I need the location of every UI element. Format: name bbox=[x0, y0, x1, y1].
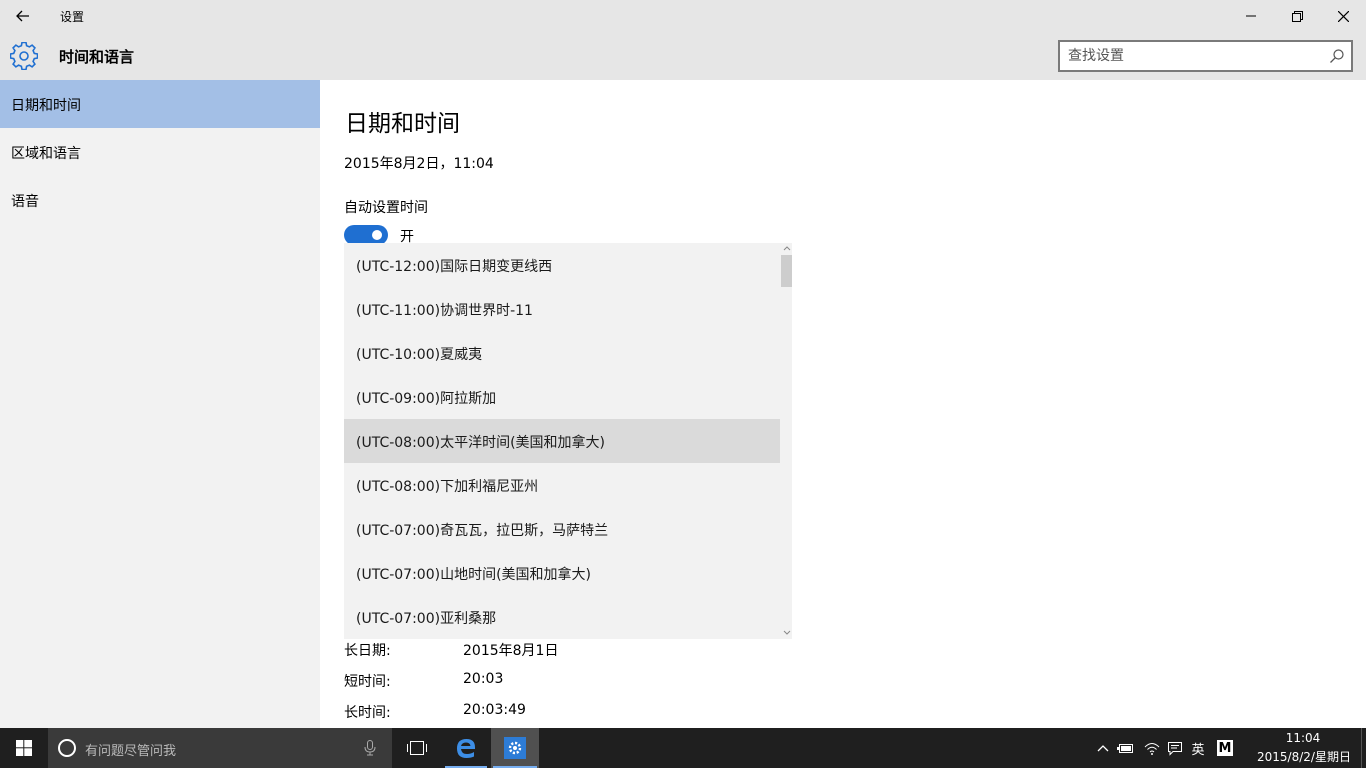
arrow-left-icon bbox=[16, 10, 29, 22]
minimize-button[interactable] bbox=[1228, 0, 1274, 32]
search-box[interactable] bbox=[1058, 40, 1353, 72]
task-view-button[interactable] bbox=[394, 728, 440, 768]
ime-language-button[interactable]: 英 bbox=[1189, 739, 1207, 758]
current-datetime: 2015年8月2日，11:04 bbox=[344, 156, 494, 172]
battery-icon bbox=[1117, 744, 1133, 753]
show-hidden-icons-button[interactable] bbox=[1094, 739, 1112, 757]
page-title: 日期和时间 bbox=[345, 111, 460, 137]
edge-taskbar-button[interactable] bbox=[443, 728, 489, 768]
clock-date[interactable]: 2015/8/2/星期日 bbox=[1250, 748, 1358, 765]
network-tray-button[interactable] bbox=[1143, 739, 1161, 757]
back-button[interactable] bbox=[0, 0, 46, 32]
format-label: 短时间: bbox=[344, 674, 391, 690]
chevron-up-icon bbox=[1097, 745, 1109, 752]
settings-header: 时间和语言 bbox=[0, 32, 1366, 80]
timezone-option[interactable]: (UTC-10:00)夏威夷 bbox=[344, 331, 780, 375]
cortana-search-box[interactable]: 有问题尽管问我 bbox=[48, 728, 392, 768]
cortana-placeholder: 有问题尽管问我 bbox=[85, 744, 177, 759]
start-button[interactable] bbox=[0, 728, 48, 768]
format-value: 20:03 bbox=[463, 671, 504, 687]
action-center-button[interactable] bbox=[1166, 739, 1184, 757]
timezone-option[interactable]: (UTC-09:00)阿拉斯加 bbox=[344, 375, 780, 419]
sidebar-item-label: 日期和时间 bbox=[11, 98, 81, 114]
window-title: 设置 bbox=[60, 10, 85, 24]
toggle-knob bbox=[372, 230, 382, 240]
format-label: 长日期: bbox=[344, 643, 391, 659]
battery-tray-button[interactable] bbox=[1117, 739, 1135, 757]
timezone-option[interactable]: (UTC-11:00)协调世界时-11 bbox=[344, 287, 780, 331]
cortana-icon bbox=[58, 739, 76, 757]
sidebar-item-speech[interactable]: 语音 bbox=[0, 176, 320, 224]
wifi-icon bbox=[1144, 743, 1160, 755]
chevron-up-icon bbox=[783, 245, 790, 250]
timezone-option[interactable]: (UTC-07:00)山地时间(美国和加拿大) bbox=[344, 551, 780, 595]
edge-icon bbox=[457, 739, 475, 758]
section-title: 时间和语言 bbox=[59, 48, 135, 66]
timezone-option-hovered[interactable]: (UTC-08:00)太平洋时间(美国和加拿大) bbox=[344, 419, 780, 463]
clock-time[interactable]: 11:04 bbox=[1278, 731, 1328, 745]
ime-mode-button[interactable]: M bbox=[1217, 740, 1233, 756]
chevron-down-icon bbox=[783, 630, 790, 635]
sidebar-item-region-language[interactable]: 区域和语言 bbox=[0, 128, 320, 176]
windows-logo-icon bbox=[16, 740, 32, 756]
timezone-option[interactable]: (UTC-07:00)奇瓦瓦，拉巴斯，马萨特兰 bbox=[344, 507, 780, 551]
sidebar-item-label: 语音 bbox=[11, 194, 39, 210]
content-pane: 日期和时间 2015年8月2日，11:04 自动设置时间 开 (UTC-12:0… bbox=[320, 80, 1366, 728]
sidebar: 日期和时间 区域和语言 语音 bbox=[0, 80, 320, 728]
close-icon bbox=[1337, 10, 1349, 22]
auto-time-label: 自动设置时间 bbox=[344, 200, 428, 216]
timezone-option[interactable]: (UTC-08:00)下加利福尼亚州 bbox=[344, 463, 780, 507]
settings-taskbar-button[interactable] bbox=[491, 728, 539, 768]
search-input[interactable] bbox=[1068, 45, 1318, 67]
scroll-up-button[interactable] bbox=[781, 243, 792, 253]
timezone-option[interactable]: (UTC-07:00)亚利桑那 bbox=[344, 595, 780, 639]
search-icon[interactable] bbox=[1329, 48, 1345, 64]
scroll-down-button[interactable] bbox=[781, 627, 792, 637]
gear-icon bbox=[9, 41, 39, 71]
show-desktop-button[interactable] bbox=[1361, 728, 1366, 768]
format-value: 20:03:49 bbox=[463, 702, 526, 718]
scrollbar-thumb[interactable] bbox=[781, 255, 792, 287]
close-button[interactable] bbox=[1320, 0, 1366, 32]
title-bar: 设置 bbox=[0, 0, 1366, 32]
timezone-dropdown-list[interactable]: (UTC-12:00)国际日期变更线西 (UTC-11:00)协调世界时-11 … bbox=[344, 243, 792, 639]
minimize-icon bbox=[1246, 15, 1256, 17]
restore-button[interactable] bbox=[1274, 0, 1320, 32]
taskbar: 有问题尽管问我 英 M 11:04 2015/8/2/星期日 bbox=[0, 728, 1366, 768]
restore-icon bbox=[1291, 10, 1303, 22]
format-value: 2015年8月1日 bbox=[463, 643, 559, 659]
timezone-option[interactable]: (UTC-12:00)国际日期变更线西 bbox=[344, 243, 780, 287]
task-view-icon bbox=[407, 741, 427, 755]
microphone-icon[interactable] bbox=[364, 740, 376, 756]
sidebar-item-date-time[interactable]: 日期和时间 bbox=[0, 80, 320, 128]
auto-time-toggle[interactable] bbox=[344, 225, 388, 245]
sidebar-item-label: 区域和语言 bbox=[11, 146, 81, 162]
format-label: 长时间: bbox=[344, 705, 391, 721]
notification-icon bbox=[1168, 741, 1182, 756]
gear-icon bbox=[504, 737, 526, 759]
